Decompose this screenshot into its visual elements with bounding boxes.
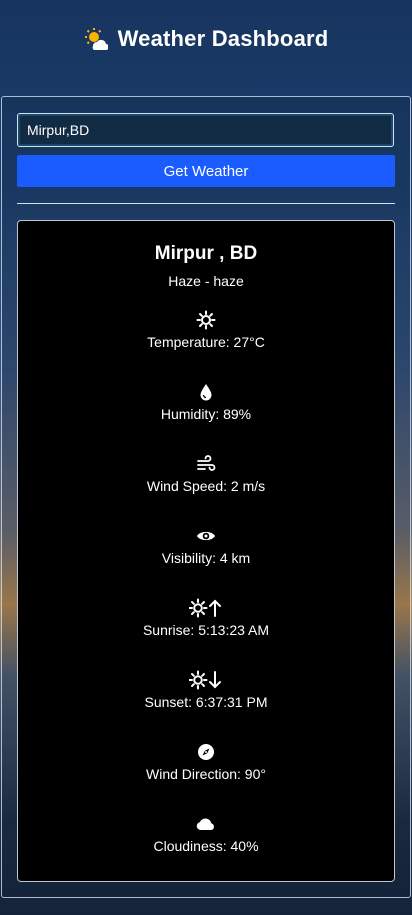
app-title-text: Weather Dashboard <box>117 26 329 51</box>
wind-speed-row: Wind Speed: 2 m/s <box>18 454 394 499</box>
weather-card: Mirpur , BD Haze - haze Temperature: 27°… <box>17 220 395 882</box>
divider <box>17 203 395 204</box>
cloudiness-row: Cloudiness: 40% <box>18 814 394 859</box>
droplet-icon <box>200 384 212 401</box>
temperature-label: Temperature: 27°C <box>147 334 265 350</box>
compass-icon <box>198 744 214 760</box>
city-name: Mirpur , BD <box>154 243 258 264</box>
sunset-label: Sunset: 6:37:31 PM <box>144 694 268 710</box>
visibility-row: Visibility: 4 km <box>18 526 394 571</box>
weather-panel: Get Weather Mirpur , BD Haze - haze Temp… <box>1 96 411 898</box>
sunset-row: Sunset: 6:37:31 PM <box>18 670 394 715</box>
eye-icon <box>197 531 215 541</box>
sunrise-label: Sunrise: 5:13:23 AM <box>142 622 270 638</box>
humidity-row: Humidity: 89% <box>18 382 394 427</box>
wind-icon <box>197 455 216 471</box>
sun-gear-icon <box>196 310 216 330</box>
city-search-input[interactable] <box>17 113 394 147</box>
get-weather-button[interactable]: Get Weather <box>17 155 395 187</box>
weather-description: Haze - haze <box>168 273 244 289</box>
cloudiness-label: Cloudiness: 40% <box>153 838 259 854</box>
temperature-row: Temperature: 27°C <box>18 310 394 355</box>
sun-behind-cloud-icon <box>84 28 108 50</box>
app-title: Weather Dashboard <box>84 26 329 52</box>
humidity-label: Humidity: 89% <box>160 406 252 422</box>
wind-speed-label: Wind Speed: 2 m/s <box>146 478 266 494</box>
cloud-icon <box>196 818 214 830</box>
visibility-label: Visibility: 4 km <box>161 550 251 566</box>
wind-direction-label: Wind Direction: 90° <box>146 766 266 782</box>
wind-direction-row: Wind Direction: 90° <box>18 742 394 787</box>
sunset-icon <box>189 670 221 690</box>
sunrise-row: Sunrise: 5:13:23 AM <box>18 598 394 643</box>
sunrise-icon <box>189 598 221 618</box>
header: Weather Dashboard <box>0 26 412 56</box>
